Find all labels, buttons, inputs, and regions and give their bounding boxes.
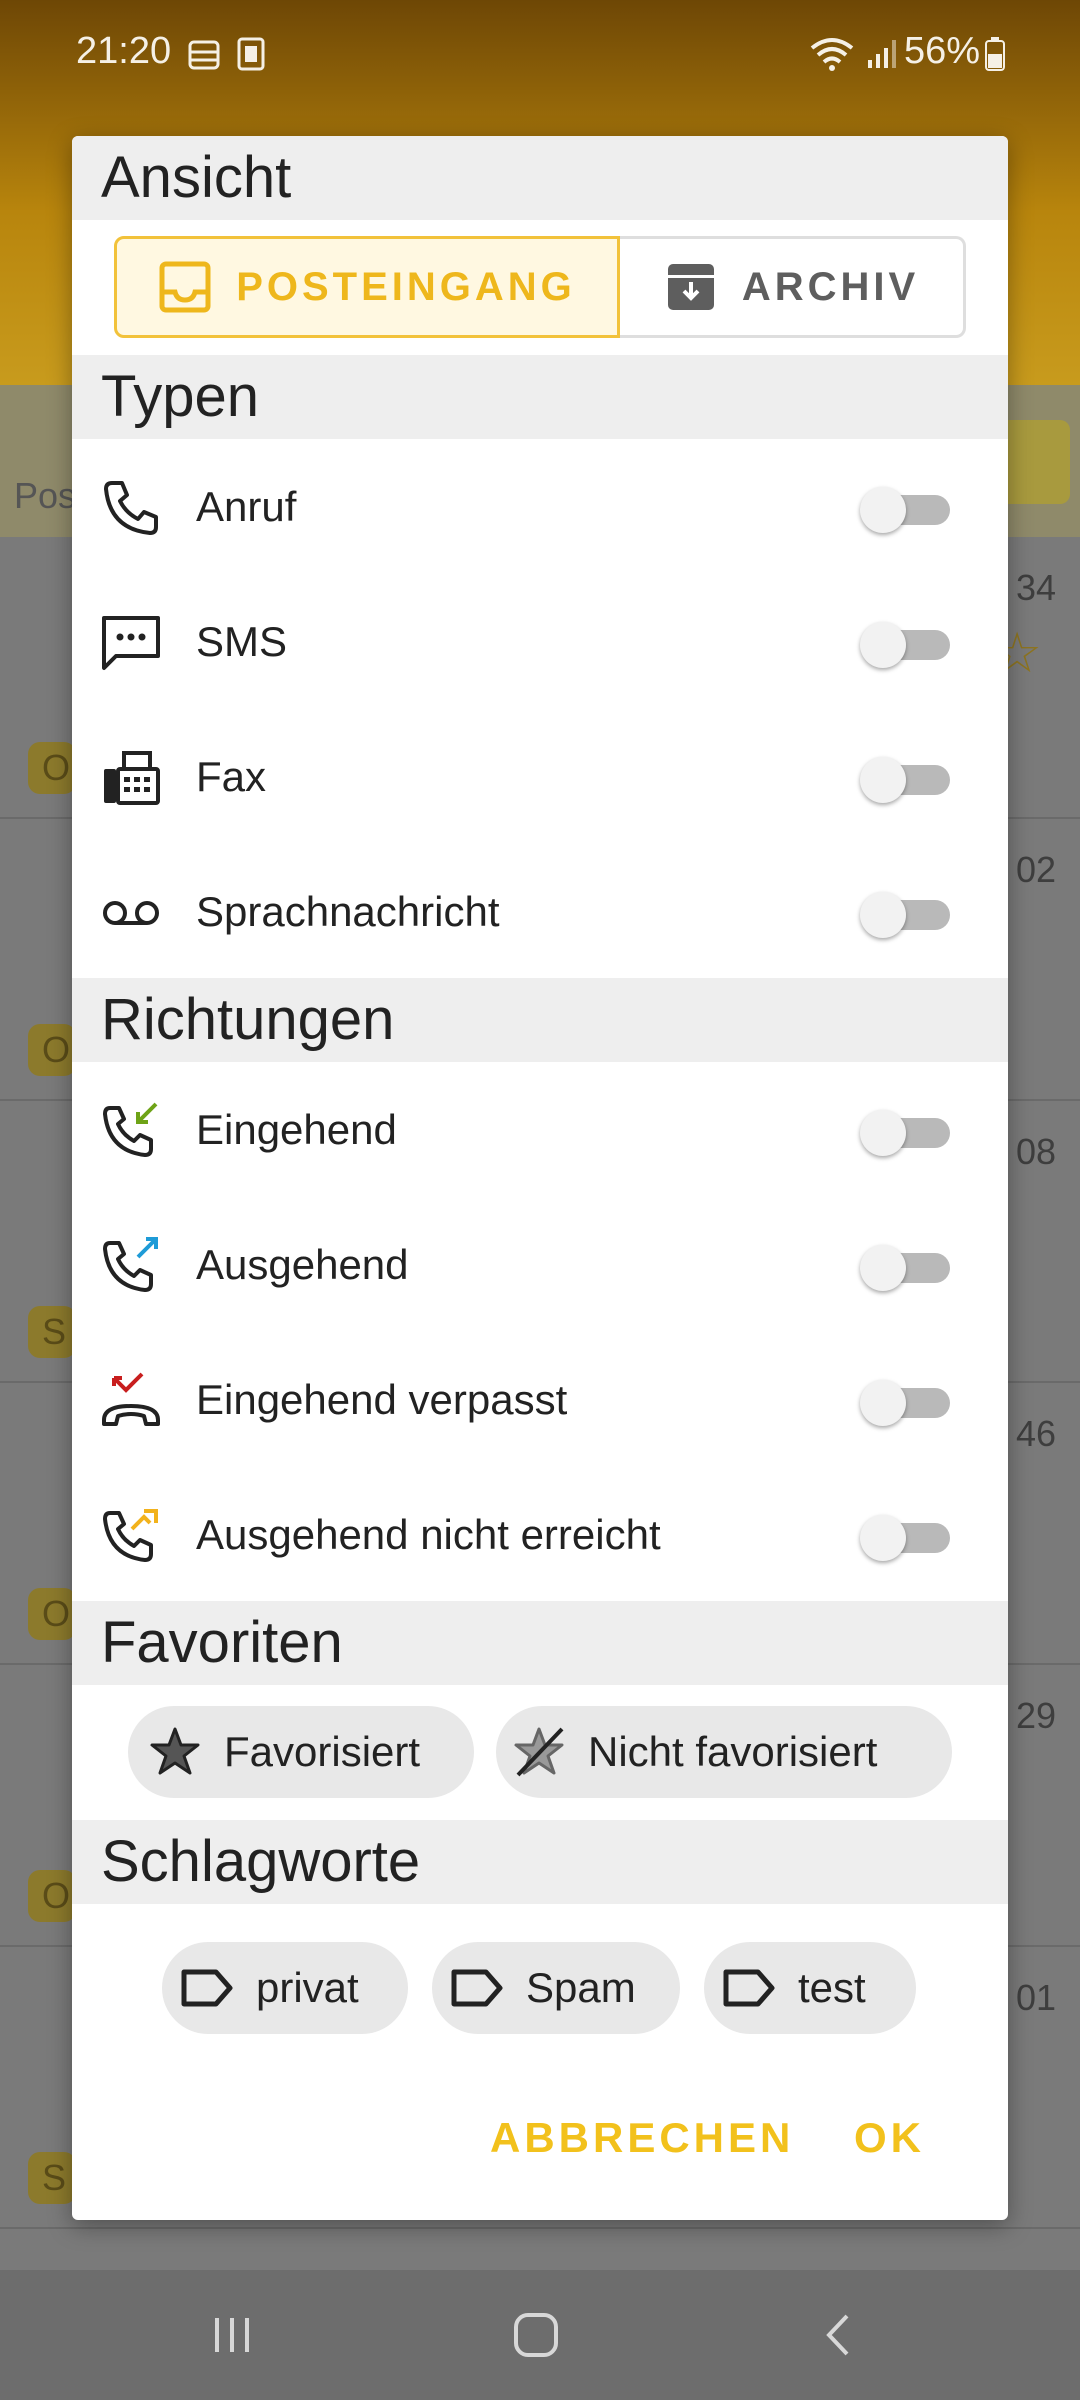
- list-item-badge: O: [28, 1588, 76, 1640]
- voicemail-icon: [103, 901, 159, 925]
- section-title-directions: Richtungen: [101, 987, 395, 1052]
- direction-row-missed[interactable]: Eingehend verpasst: [72, 1332, 1008, 1467]
- tag-chip-spam[interactable]: Spam: [432, 1942, 680, 2034]
- tag-chip-privat[interactable]: privat: [162, 1942, 408, 2034]
- list-item-time: 29: [1015, 1695, 1056, 1736]
- missed-toggle[interactable]: [860, 1380, 950, 1426]
- back-icon: [826, 2314, 849, 2356]
- outgoing-toggle[interactable]: [860, 1245, 950, 1291]
- direction-label-outgoing-failed: Ausgehend nicht erreicht: [196, 1511, 661, 1558]
- tag-icon: [450, 1961, 504, 2015]
- list-item-badge: S: [28, 2152, 76, 2204]
- sms-toggle[interactable]: [860, 622, 950, 668]
- not-favorite-chip[interactable]: Nicht favorisiert: [496, 1706, 952, 1798]
- fax-toggle[interactable]: [860, 757, 950, 803]
- home-icon: [514, 2313, 558, 2357]
- type-row-sms[interactable]: SMS: [72, 574, 1008, 709]
- voicemail-toggle[interactable]: [860, 892, 950, 938]
- fax-icon: [104, 751, 160, 805]
- wifi-icon: [810, 38, 854, 71]
- back-button[interactable]: [800, 2300, 880, 2370]
- app-notification-icon: [237, 37, 265, 71]
- section-header-tags: Schlagworte: [72, 1820, 1008, 1904]
- list-item-badge: S: [28, 1306, 76, 1358]
- tag-label: privat: [256, 1964, 359, 2011]
- recents-button[interactable]: [192, 2300, 272, 2370]
- section-header-view: Ansicht: [72, 136, 1008, 220]
- section-header-directions: Richtungen: [72, 978, 1008, 1062]
- type-label-call: Anruf: [196, 483, 297, 530]
- favorite-chip[interactable]: Favorisiert: [128, 1706, 474, 1798]
- section-title-favorites: Favoriten: [101, 1610, 343, 1675]
- signal-icon: [868, 40, 896, 68]
- direction-label-missed: Eingehend verpasst: [196, 1376, 568, 1423]
- archive-icon: [667, 264, 714, 310]
- inbox-icon: [159, 261, 211, 313]
- type-row-fax[interactable]: Fax: [72, 709, 1008, 844]
- direction-row-incoming[interactable]: Eingehend: [72, 1062, 1008, 1197]
- archive-label: ARCHIV: [741, 264, 920, 309]
- direction-label-incoming: Eingehend: [196, 1106, 397, 1153]
- outgoing-failed-icon: [103, 1509, 158, 1562]
- favorite-chip-label: Favorisiert: [224, 1728, 421, 1775]
- type-label-voicemail: Sprachnachricht: [196, 888, 500, 935]
- incoming-call-icon: [103, 1102, 158, 1157]
- section-title-tags: Schlagworte: [101, 1829, 421, 1894]
- filter-dialog: Ansicht POSTEINGANG ARCHIV Typen Anruf S…: [72, 136, 1008, 2220]
- incoming-toggle[interactable]: [860, 1110, 950, 1156]
- outgoing-call-icon: [103, 1237, 158, 1292]
- status-bar: 21:20 56%: [0, 0, 1080, 110]
- direction-row-outgoing-failed[interactable]: Ausgehend nicht erreicht: [72, 1467, 1008, 1602]
- direction-row-outgoing[interactable]: Ausgehend: [72, 1197, 1008, 1332]
- inbox-label: POSTEINGANG: [236, 264, 576, 309]
- status-time: 21:20: [76, 30, 172, 72]
- not-favorite-chip-label: Nicht favorisiert: [588, 1728, 878, 1775]
- missed-call-icon: [102, 1372, 160, 1426]
- type-label-fax: Fax: [196, 753, 267, 800]
- status-notification-icons: [186, 36, 266, 72]
- type-label-sms: SMS: [196, 618, 288, 665]
- call-toggle[interactable]: [860, 487, 950, 533]
- inbox-toggle-button[interactable]: POSTEINGANG: [114, 236, 620, 338]
- sms-icon: [102, 616, 160, 670]
- tag-label: test: [798, 1964, 866, 2011]
- list-item-badge: O: [28, 742, 76, 794]
- list-item-badge: O: [28, 1024, 76, 1076]
- ok-button[interactable]: OK: [854, 2114, 925, 2162]
- cancel-button[interactable]: ABBRECHEN: [490, 2114, 794, 2162]
- list-item-time: 02: [1015, 849, 1056, 890]
- list-item-time: 08: [1015, 1131, 1056, 1172]
- list-item-time: 01: [1015, 1977, 1056, 2018]
- tag-icon: [180, 1961, 234, 2015]
- recents-icon: [215, 2318, 249, 2352]
- direction-label-outgoing: Ausgehend: [196, 1241, 409, 1288]
- status-system-icons: [808, 36, 900, 72]
- type-row-voicemail[interactable]: Sprachnachricht: [72, 844, 1008, 979]
- section-header-favorites: Favoriten: [72, 1601, 1008, 1685]
- archive-toggle-button[interactable]: ARCHIV: [620, 236, 966, 338]
- notification-icon: [188, 40, 220, 70]
- list-item-time: 46: [1015, 1413, 1056, 1454]
- tag-label: Spam: [526, 1964, 636, 2011]
- section-title-types: Typen: [101, 364, 259, 429]
- section-header-types: Typen: [72, 355, 1008, 439]
- type-row-call[interactable]: Anruf: [72, 439, 1008, 574]
- list-item-time: 34: [1015, 567, 1056, 608]
- view-segmented-control: POSTEINGANG ARCHIV: [114, 236, 966, 338]
- background-tab-label: Pos: [14, 475, 77, 516]
- tag-chip-test[interactable]: test: [704, 1942, 916, 2034]
- outgoing-failed-toggle[interactable]: [860, 1515, 950, 1561]
- battery-icon: [985, 37, 1005, 71]
- system-nav-bar: [0, 2270, 1080, 2400]
- list-item-badge: O: [28, 1870, 76, 1922]
- home-button[interactable]: [496, 2300, 576, 2370]
- section-title-view: Ansicht: [101, 145, 292, 210]
- tag-icon: [722, 1961, 776, 2015]
- star-off-icon: [512, 1725, 566, 1779]
- star-icon: [148, 1725, 202, 1779]
- phone-icon: [104, 481, 158, 535]
- battery-percentage: 56%: [904, 30, 981, 72]
